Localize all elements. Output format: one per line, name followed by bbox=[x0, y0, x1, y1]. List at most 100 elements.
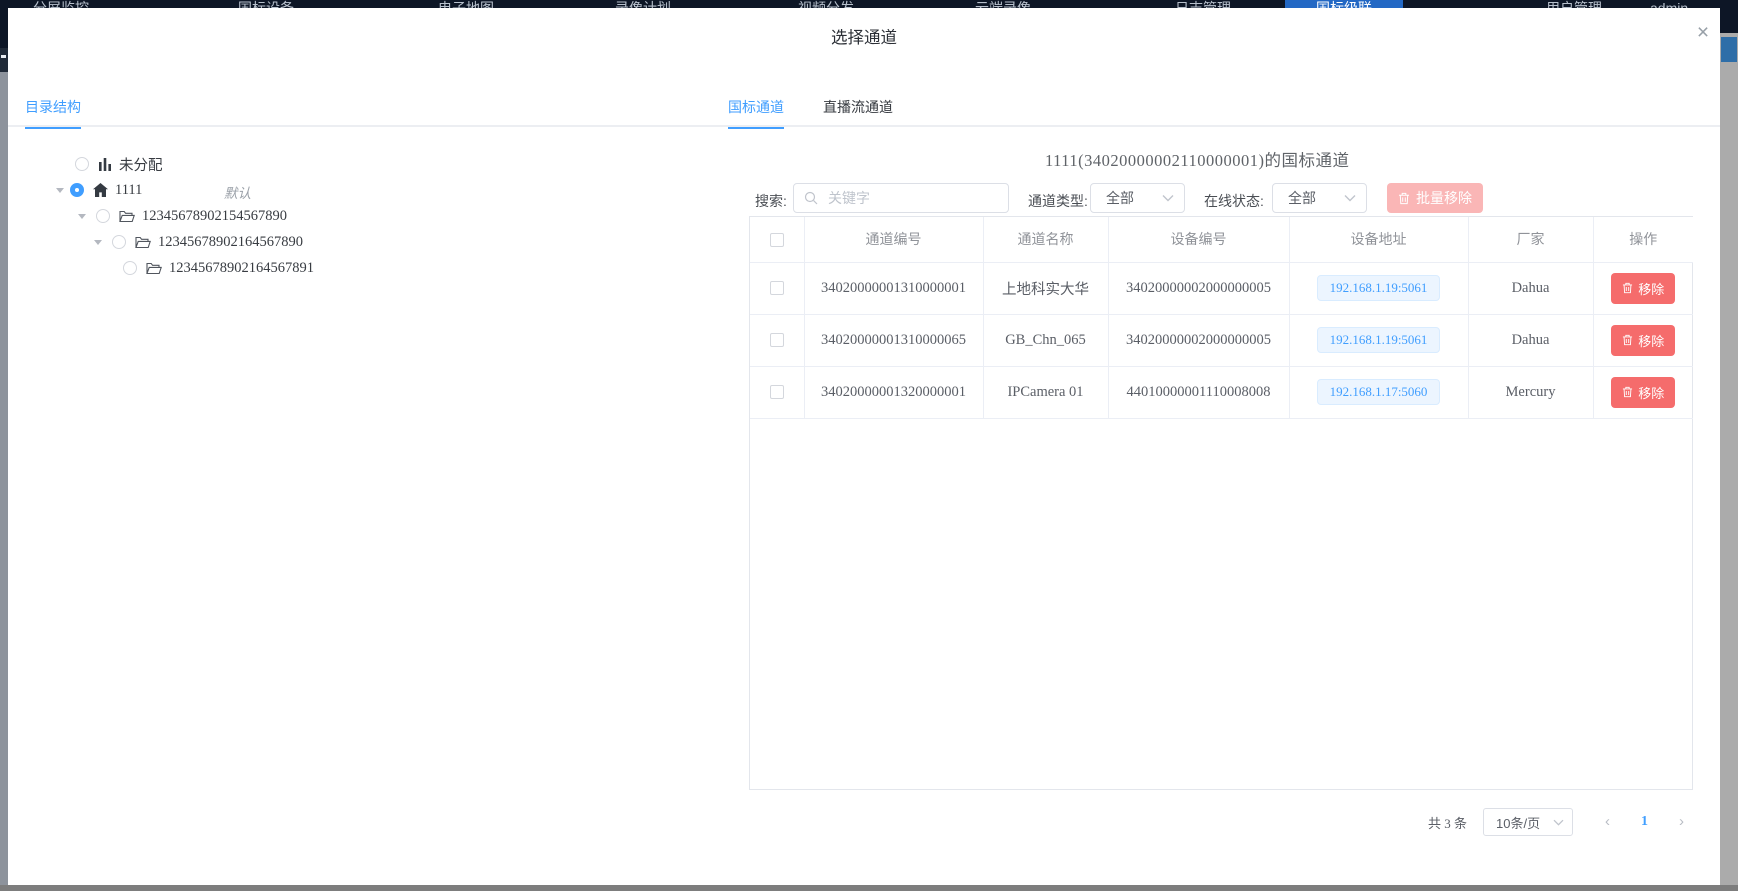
channel-table: 通道编号 通道名称 设备编号 设备地址 厂家 操作 34020000001310… bbox=[749, 216, 1693, 790]
row-checkbox[interactable] bbox=[770, 281, 784, 295]
tree-node-folder-3[interactable]: 12345678902164567891 bbox=[123, 257, 314, 279]
device-address-tag: 192.168.1.17:5060 bbox=[1317, 379, 1441, 405]
chevron-down-icon bbox=[1344, 194, 1356, 202]
col-channel-name: 通道名称 bbox=[983, 217, 1108, 262]
select-all-checkbox[interactable] bbox=[770, 233, 784, 247]
tree-node-folder-1[interactable]: 12345678902154567890 bbox=[78, 205, 287, 227]
panel-heading: 1111(34020000002110000001)的国标通道 bbox=[1045, 147, 1350, 171]
cell-device-id: 34020000002000000005 bbox=[1108, 262, 1289, 314]
home-icon bbox=[93, 183, 108, 197]
trash-icon bbox=[1622, 334, 1633, 346]
cell-vendor: Mercury bbox=[1468, 366, 1593, 418]
col-actions: 操作 bbox=[1593, 217, 1693, 262]
remove-button[interactable]: 移除 bbox=[1611, 273, 1675, 304]
folder-icon bbox=[135, 236, 151, 249]
row-checkbox[interactable] bbox=[770, 385, 784, 399]
pagination-total: 共 3 条 bbox=[1428, 813, 1467, 832]
tree-node-1111[interactable]: 1111 bbox=[56, 179, 142, 201]
active-tab-underline bbox=[25, 127, 81, 129]
channel-type-select[interactable]: 全部 bbox=[1090, 183, 1185, 213]
tab-label: 国标通道 bbox=[728, 99, 784, 115]
search-label: 搜索: bbox=[755, 191, 787, 211]
page-edge-left-mark bbox=[1, 55, 6, 58]
close-icon[interactable]: × bbox=[1690, 20, 1716, 46]
row-checkbox[interactable] bbox=[770, 333, 784, 347]
device-address-tag: 192.168.1.19:5061 bbox=[1317, 327, 1441, 353]
table-row: 34020000001310000001 上地科实大华 340200000020… bbox=[750, 262, 1693, 314]
radio-unassigned[interactable] bbox=[75, 157, 89, 171]
radio-1111-checked[interactable] bbox=[70, 183, 84, 197]
radio-folder-1[interactable] bbox=[96, 209, 110, 223]
tab-gb-channel[interactable]: 国标通道 bbox=[728, 97, 784, 127]
chevron-down-icon bbox=[1162, 194, 1174, 202]
cell-device-id: 44010000001110008008 bbox=[1108, 366, 1289, 418]
tab-bar: 目录结构 国标通道 直播流通道 bbox=[8, 88, 1720, 127]
tree-node-label: 12345678902154567890 bbox=[142, 208, 287, 225]
batch-remove-button[interactable]: 批量移除 bbox=[1387, 183, 1483, 213]
cell-channel-id: 34020000001320000001 bbox=[804, 366, 983, 418]
remove-label: 移除 bbox=[1638, 383, 1664, 402]
folder-icon bbox=[146, 262, 162, 275]
col-channel-id: 通道编号 bbox=[804, 217, 983, 262]
tab-live-stream-channel[interactable]: 直播流通道 bbox=[823, 97, 893, 127]
current-page-number[interactable]: 1 bbox=[1641, 814, 1648, 830]
col-vendor: 厂家 bbox=[1468, 217, 1593, 262]
trash-icon bbox=[1622, 386, 1633, 398]
caret-down-icon[interactable] bbox=[94, 240, 102, 249]
folder-icon bbox=[119, 210, 135, 223]
tree-node-label: 1111 bbox=[115, 182, 142, 199]
tree-node-unassigned[interactable]: 未分配 bbox=[75, 153, 163, 175]
page-edge-bottom bbox=[0, 885, 1738, 891]
cell-vendor: Dahua bbox=[1468, 314, 1593, 366]
modal-title: 选择通道 bbox=[8, 24, 1720, 48]
cell-vendor: Dahua bbox=[1468, 262, 1593, 314]
caret-down-icon[interactable] bbox=[56, 188, 64, 197]
trash-icon bbox=[1622, 282, 1633, 294]
page-scrollbar-track[interactable] bbox=[1720, 0, 1738, 885]
radio-folder-2[interactable] bbox=[112, 235, 126, 249]
table-row: 34020000001310000065 GB_Chn_065 34020000… bbox=[750, 314, 1693, 366]
cell-device-id: 34020000002000000005 bbox=[1108, 314, 1289, 366]
default-tag: 默认 bbox=[224, 182, 251, 202]
radio-folder-3[interactable] bbox=[123, 261, 137, 275]
remove-label: 移除 bbox=[1638, 331, 1664, 350]
search-icon bbox=[804, 191, 818, 205]
page-size-select[interactable]: 10条/页 bbox=[1483, 808, 1573, 836]
tree-node-label: 未分配 bbox=[119, 154, 163, 175]
pagination: 共 3 条 10条/页 ‹ 1 › bbox=[1428, 808, 1688, 836]
search-input-wrap bbox=[793, 183, 1009, 213]
table-row: 34020000001320000001 IPCamera 01 4401000… bbox=[750, 366, 1693, 418]
device-address-tag: 192.168.1.19:5061 bbox=[1317, 275, 1441, 301]
tab-label: 目录结构 bbox=[25, 99, 81, 115]
caret-down-icon[interactable] bbox=[78, 214, 86, 223]
remove-button[interactable]: 移除 bbox=[1611, 377, 1675, 408]
search-input[interactable] bbox=[826, 189, 1011, 207]
chevron-down-icon bbox=[1553, 819, 1564, 826]
cell-channel-name: GB_Chn_065 bbox=[983, 314, 1108, 366]
tab-directory-structure[interactable]: 目录结构 bbox=[25, 97, 81, 127]
online-status-value: 全部 bbox=[1288, 188, 1344, 208]
select-channel-modal: 选择通道 × 目录结构 国标通道 直播流通道 未分配 1111 默认 bbox=[8, 8, 1720, 885]
online-status-label: 在线状态: bbox=[1204, 191, 1264, 211]
col-device-id: 设备编号 bbox=[1108, 217, 1289, 262]
cell-channel-id: 34020000001310000001 bbox=[804, 262, 983, 314]
cell-channel-name: 上地科实大华 bbox=[983, 262, 1108, 314]
channel-type-value: 全部 bbox=[1106, 188, 1162, 208]
active-tab-underline bbox=[728, 127, 784, 129]
cell-channel-id: 34020000001310000065 bbox=[804, 314, 983, 366]
tree-node-label: 12345678902164567890 bbox=[158, 234, 303, 251]
page-scrollbar-thumb[interactable] bbox=[1721, 37, 1737, 62]
page-edge-left bbox=[0, 48, 8, 72]
table-header-row: 通道编号 通道名称 设备编号 设备地址 厂家 操作 bbox=[750, 217, 1693, 262]
tree-node-folder-2[interactable]: 12345678902164567890 bbox=[94, 231, 303, 253]
trash-icon bbox=[1398, 192, 1410, 205]
prev-page-button[interactable]: ‹ bbox=[1601, 808, 1614, 836]
org-icon bbox=[98, 158, 112, 171]
cell-channel-name: IPCamera 01 bbox=[983, 366, 1108, 418]
remove-button[interactable]: 移除 bbox=[1611, 325, 1675, 356]
col-device-address: 设备地址 bbox=[1289, 217, 1468, 262]
online-status-select[interactable]: 全部 bbox=[1272, 183, 1367, 213]
batch-remove-label: 批量移除 bbox=[1416, 188, 1472, 208]
page-edge-right-top bbox=[1720, 0, 1738, 33]
next-page-button[interactable]: › bbox=[1675, 808, 1688, 836]
